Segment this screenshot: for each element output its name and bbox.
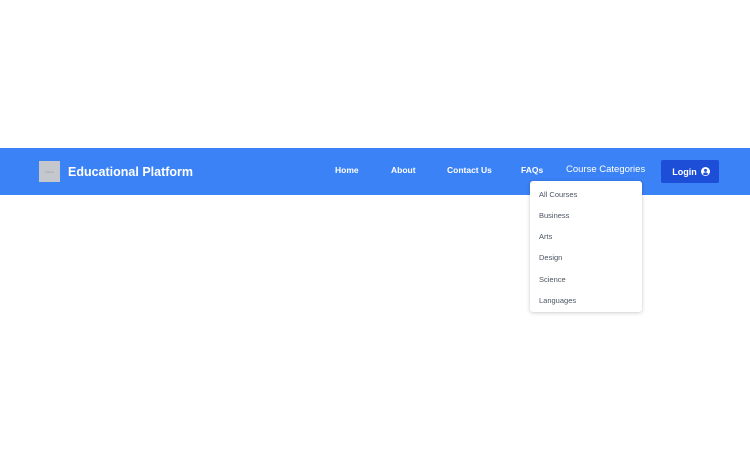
dropdown-item-languages[interactable]: Languages [539,296,576,305]
dropdown-item-all-courses[interactable]: All Courses [539,190,577,199]
brand-title: Educational Platform [68,164,194,179]
dropdown-item-arts[interactable]: Arts [539,232,552,241]
dropdown-item-science[interactable]: Science [539,275,566,284]
nav-link-about[interactable]: About [391,165,416,175]
course-categories-dropdown: All Courses Business Arts Design Science… [530,181,642,312]
logo-placeholder-text: Mainz [45,169,54,174]
nav-link-home[interactable]: Home [335,165,359,175]
login-button[interactable]: Login [661,160,719,183]
brand[interactable]: Mainz Educational Platform [39,161,193,182]
dropdown-item-design[interactable]: Design [539,253,562,262]
login-label: Login [672,166,697,177]
dropdown-item-business[interactable]: Business [539,211,569,220]
nav-link-contact[interactable]: Contact Us [447,165,492,175]
nav-link-faqs[interactable]: FAQs [521,165,543,175]
user-circle-icon [700,167,710,176]
logo-image: Mainz [39,161,60,182]
page: Mainz Educational Platform Home About Co… [0,0,750,469]
nav-link-course-categories[interactable]: Course Categories [566,164,645,175]
